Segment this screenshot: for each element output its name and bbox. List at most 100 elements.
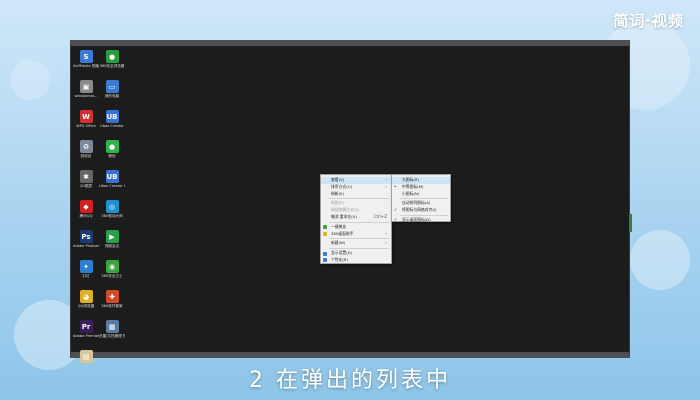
- desktop-shortcut-label: 我的电脑: [104, 94, 120, 98]
- desktop-icon-grid: SSelfMedia 快播方式●360安全浏览器▣wlanjiantai...▭…: [73, 50, 125, 376]
- desktop-shortcut-label: 微信: [108, 154, 116, 158]
- desktop-shortcut[interactable]: PrAdobe Premiere P...: [73, 320, 99, 346]
- sub-show-icons[interactable]: ✓ 显示桌面图标(D): [392, 217, 450, 224]
- menu-separator: [400, 214, 448, 216]
- context-menu: 查看(V) › 排序方式(O) › 刷新(E) 粘贴(P) 粘贴快捷方式(S) 撤消 重命名(…: [320, 174, 392, 264]
- desktop-shortcut[interactable]: ▭ 我的电脑: [99, 80, 125, 106]
- menu-item-label: 撤消 重命名(U): [331, 213, 357, 219]
- sub-auto-arrange[interactable]: 自动排列图标(A): [392, 200, 450, 207]
- desktop-shortcut-label: QQ浏览器: [77, 304, 95, 308]
- menu-new[interactable]: 新建(W) ›: [321, 240, 391, 247]
- photoshop-icon: Ps: [79, 230, 93, 243]
- desktop-shortcut[interactable]: ✱ 2D图层: [73, 170, 99, 196]
- menu-separator: [329, 221, 389, 223]
- menu-item-label: 新建(W): [331, 240, 346, 246]
- menu-sort[interactable]: 排序方式(O) ›: [321, 184, 391, 191]
- check-icon: •: [394, 183, 397, 189]
- recycle-bin-icon: ♻: [79, 140, 93, 153]
- menu-item-icon: [323, 258, 327, 263]
- chevron-right-icon: ›: [385, 177, 387, 182]
- menu-refresh[interactable]: 刷新(E): [321, 191, 391, 198]
- desktop-shortcut[interactable]: ◆ 腾讯QQ: [73, 200, 99, 226]
- 360-manager-icon: ✚: [105, 290, 119, 303]
- desktop-shortcut-label: wlanjiantai...: [74, 94, 98, 98]
- wechat-icon: ●: [105, 140, 119, 153]
- desktop-shortcut[interactable]: ▶ 视频会议: [99, 230, 125, 256]
- menu-item-label: 一键美化: [331, 223, 347, 229]
- wps-icon: W: [79, 110, 93, 123]
- desktop-shortcut[interactable]: W WPS Office: [73, 110, 99, 136]
- menu-item-icon: [323, 225, 327, 230]
- desktop-shortcut[interactable]: ◉ 360安全卫士: [99, 260, 125, 286]
- computer-icon: ▭: [105, 80, 119, 93]
- desktop-shortcut[interactable]: UB Ubox Creator: [99, 110, 125, 136]
- bokeh-decoration: [10, 60, 50, 100]
- desktop-screen: SSelfMedia 快播方式●360安全浏览器▣wlanjiantai...▭…: [70, 40, 632, 368]
- menu-item-label: 自动排列图标(A): [402, 200, 431, 206]
- desktop-shortcut[interactable]: ◎ 360驱动大师: [99, 200, 125, 226]
- desktop-shortcut[interactable]: ● 360安全浏览器: [99, 50, 125, 76]
- ubox-icon: UB: [105, 110, 119, 123]
- chevron-right-icon: ›: [385, 240, 387, 246]
- menu-item-label: 将图标与网格对齐(I): [402, 207, 437, 213]
- 360-safe-icon: ◉: [105, 260, 119, 273]
- desktop-shortcut-label: WPS Office: [76, 124, 96, 128]
- desktop-shortcut[interactable]: ▣ wlanjiantai...: [73, 80, 99, 106]
- menu-item-icon: [323, 251, 327, 256]
- desktop-shortcut[interactable]: SSelfMedia 快播方式: [73, 50, 99, 76]
- desktop-shortcut[interactable]: ▦迅雷/文档管理 快捷方式101...: [99, 320, 125, 346]
- bokeh-decoration: [630, 230, 690, 290]
- menu-display[interactable]: 显示设置(D): [321, 250, 391, 257]
- desktop-shortcut[interactable]: PsAdobe Photosh...: [73, 230, 99, 256]
- desktop-shortcut-label: 360软件管家: [101, 304, 123, 308]
- menu-personalize[interactable]: 个性化(R): [321, 257, 391, 264]
- desktop-shortcut[interactable]: ✚ 360软件管家: [99, 290, 125, 316]
- menu-paste[interactable]: 粘贴(P): [321, 200, 391, 207]
- sefmedia-icon: S: [79, 50, 93, 63]
- sub-medium-icons[interactable]: • 中等图标(M): [392, 184, 450, 191]
- desktop-shortcut-label: Ubox Creator C...: [99, 184, 125, 188]
- desktop-shortcut-label: 360安全浏览器: [99, 64, 125, 68]
- menu-one-click[interactable]: 一键美化: [321, 224, 391, 231]
- shortcut-icon: ▦: [105, 320, 119, 333]
- desktop-shortcut[interactable]: ● 微信: [99, 140, 125, 166]
- chevron-right-icon: ›: [385, 183, 387, 189]
- video-icon: ▶: [105, 230, 119, 243]
- qq-browser-icon: ◕: [79, 290, 93, 303]
- desktop-shortcut[interactable]: ♻ 回收站: [73, 140, 99, 166]
- desktop-shortcut-label: Adobe Premiere P...: [73, 334, 99, 338]
- menu-item-label: 查看(V): [331, 177, 345, 182]
- edge-marker: [629, 214, 632, 232]
- desktop-shortcut[interactable]: ✦ 钉钉: [73, 260, 99, 286]
- menu-item-label: 排序方式(O): [331, 183, 353, 189]
- chevron-right-icon: ›: [385, 230, 387, 236]
- menu-paste-shortcut[interactable]: 粘贴快捷方式(S): [321, 207, 391, 214]
- menu-view[interactable]: 查看(V) ›: [321, 177, 391, 184]
- menu-item-label: 显示桌面图标(D): [402, 216, 431, 222]
- feather-icon: ✦: [79, 260, 93, 273]
- sub-large-icons[interactable]: 大图标(R): [392, 177, 450, 184]
- sub-align-grid[interactable]: ✓ 将图标与网格对齐(I): [392, 207, 450, 214]
- desktop-shortcut[interactable]: ◕ QQ浏览器: [73, 290, 99, 316]
- sub-small-icons[interactable]: 小图标(N): [392, 191, 450, 198]
- menu-item-label: 360桌面助手: [331, 230, 354, 236]
- desktop-shortcut[interactable]: UBUbox Creator C...: [99, 170, 125, 196]
- desktop-shortcut-label: Ubox Creator: [100, 124, 124, 128]
- desktop-shortcut-label: 360安全卫士: [101, 274, 123, 278]
- menu-separator: [329, 238, 389, 240]
- wechat-group-icon: ●: [105, 50, 119, 63]
- desktop-shortcut-label: 360驱动大师: [101, 214, 123, 218]
- settings-icon: ✱: [79, 170, 93, 183]
- menu-desktop-organize[interactable]: 360桌面助手 ›: [321, 231, 391, 238]
- qq-icon: ◆: [79, 200, 93, 213]
- premiere-icon: Pr: [79, 320, 93, 333]
- menu-separator: [400, 198, 448, 200]
- file-icon: ▣: [79, 80, 93, 93]
- check-icon: ✓: [394, 207, 398, 213]
- brand-logo: 简词·视频: [613, 12, 684, 30]
- menu-undo[interactable]: 撤消 重命名(U) Ctrl+Z: [321, 214, 391, 221]
- desktop-shortcut-label: 2D图层: [79, 184, 93, 188]
- menu-item-label: 个性化(R): [331, 256, 348, 262]
- check-icon: ✓: [394, 216, 398, 222]
- view-submenu: 大图标(R) • 中等图标(M) 小图标(N) 自动排列图标(A) ✓ 将图标与网格对齐(I…: [391, 174, 451, 222]
